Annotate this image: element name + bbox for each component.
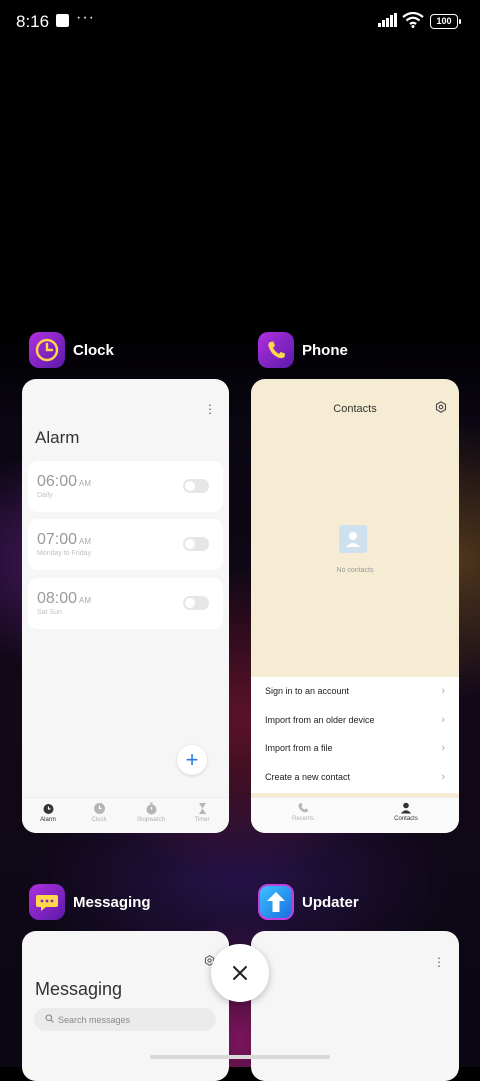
updater-app-icon[interactable] [258,884,294,920]
nav-contacts[interactable]: Contacts [382,802,430,822]
clear-all-apps-button[interactable] [211,944,269,1002]
phone-app-header[interactable]: Phone [258,332,438,368]
empty-contacts-icon [339,525,367,553]
stopwatch-icon [146,802,156,815]
person-icon [400,802,412,814]
phone-handset-icon [298,803,308,813]
updater-app-name: Updater [302,894,359,911]
alarm-row[interactable]: 07:00 AM Monday to Friday [28,519,223,570]
search-placeholder: Search messages [58,1015,131,1025]
alarm-ampm: AM [79,479,92,488]
updater-app-header[interactable]: Updater [258,884,438,920]
more-options-icon[interactable]: · · · [207,398,213,419]
alarm-toggle[interactable] [183,596,209,610]
import-file-item[interactable]: Import from a file › [265,742,445,754]
nav-timer-label: Timer [194,817,210,823]
alarm-repeat: Daily [37,492,53,499]
alarm-repeat: Monday to Friday [37,550,92,557]
close-icon [233,966,247,980]
search-icon [45,1014,54,1023]
settings-gear-icon[interactable] [435,401,447,413]
phone-app-preview[interactable]: Contacts No contacts Sign in to an accou… [251,379,459,833]
alarm-row[interactable]: 08:00 AM Sat Sun [28,578,223,629]
import-older-device-item[interactable]: Import from an older device › [265,714,445,726]
contacts-title: Contacts [333,403,377,415]
contacts-options-list: Sign in to an account › Import from an ol… [251,677,459,793]
alarm-toggle[interactable] [183,537,209,551]
alarm-row[interactable]: 06:00 AM Daily [28,461,223,512]
add-alarm-button[interactable]: + [177,745,207,775]
nav-timer[interactable]: Timer [178,802,226,823]
clock-bottom-nav: Alarm Clock Stopwatch Timer [22,797,229,833]
phone-app-name: Phone [302,342,348,359]
clock-app-header[interactable]: Clock [29,332,209,368]
search-messages-input[interactable]: Search messages [34,1008,216,1031]
messaging-title: Messaging [35,979,123,999]
battery-icon: 100 [430,14,461,29]
more-notifications-icon: ··· [76,9,95,26]
more-options-icon[interactable]: · · · [436,951,442,972]
clock-app-name: Clock [73,342,114,359]
phone-bottom-nav: Recents Contacts [251,797,459,833]
wifi-icon [402,12,424,28]
nav-recents-label: Recents [291,816,314,822]
phone-app-icon[interactable] [258,332,294,368]
nav-clock[interactable]: Clock [75,802,123,823]
nav-recents[interactable]: Recents [279,802,327,822]
create-contact-item[interactable]: Create a new contact › [265,771,445,783]
alarm-ampm: AM [79,537,92,546]
nav-stopwatch[interactable]: Stopwatch [127,802,175,823]
nav-clock-label: Clock [91,817,107,823]
alarm-time: 08:00 [37,590,78,607]
hourglass-icon [198,803,206,814]
clock-icon [93,803,105,814]
messaging-app-header[interactable]: Messaging [29,884,209,920]
alarm-toggle[interactable] [183,479,209,493]
nav-alarm[interactable]: Alarm [24,802,72,823]
alarm-title: Alarm [35,428,80,447]
chevron-right-icon: › [441,685,445,697]
clock-app-icon[interactable] [29,332,65,368]
sign-in-account-item[interactable]: Sign in to an account › [265,685,445,697]
alarm-time: 07:00 [37,531,78,548]
nav-contacts-label: Contacts [394,816,418,822]
messaging-app-name: Messaging [73,894,151,911]
signal-icon [378,13,397,27]
nav-alarm-label: Alarm [40,817,56,823]
messaging-app-icon[interactable] [29,884,65,920]
chevron-right-icon: › [441,771,445,783]
notification-square-icon [56,14,69,27]
clock-app-preview[interactable]: · · · Alarm 06:00 AM Daily 07:00 AM Monday t… [22,379,229,833]
alarm-ampm: AM [79,596,92,605]
status-time: 8:16 [16,12,50,31]
home-indicator[interactable] [150,1055,330,1059]
status-bar: 8:16 ··· 100 [0,0,480,42]
nav-stopwatch-label: Stopwatch [136,817,166,823]
chevron-right-icon: › [441,714,445,726]
alarm-icon [43,804,53,814]
chevron-right-icon: › [441,742,445,754]
no-contacts-text: No contacts [336,567,374,574]
alarm-repeat: Sat Sun [37,609,62,616]
alarm-time: 06:00 [37,473,78,490]
